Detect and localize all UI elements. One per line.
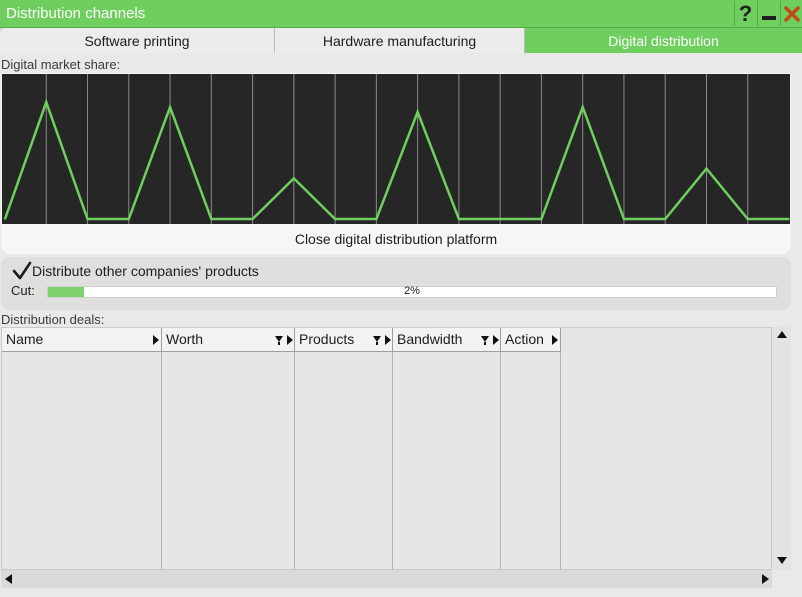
distribute-checkbox-label: Distribute other companies' products — [32, 263, 259, 279]
chart-data-point — [45, 101, 48, 103]
chart-data-point — [540, 218, 543, 220]
filter-icon[interactable] — [372, 333, 382, 347]
cut-slider[interactable]: 2% — [47, 285, 777, 298]
chart-data-point — [416, 111, 419, 113]
filter-icon[interactable] — [274, 333, 284, 347]
deals-table: Name Worth Products Bandwidth Action — [1, 327, 772, 571]
market-share-panel: Close digital distribution platform — [1, 73, 791, 254]
sort-arrow-icon[interactable] — [384, 333, 392, 347]
column-header-action[interactable]: Action — [501, 328, 561, 352]
chart-data-point — [664, 218, 667, 220]
column-divider — [560, 352, 561, 571]
minimize-icon — [761, 15, 776, 20]
column-header-worth-label: Worth — [166, 331, 204, 347]
chart-data-point — [86, 218, 89, 220]
close-icon — [783, 5, 800, 22]
tab-software-printing[interactable]: Software printing — [0, 28, 275, 53]
column-header-worth[interactable]: Worth — [162, 328, 295, 352]
column-header-products-label: Products — [299, 331, 355, 347]
vertical-scrollbar[interactable] — [772, 327, 791, 570]
tab-digital-distribution[interactable]: Digital distribution — [525, 28, 802, 53]
chart-data-point — [705, 167, 708, 170]
tab-hardware-manufacturing[interactable]: Hardware manufacturing — [275, 28, 525, 53]
chart-data-point — [334, 218, 336, 220]
chart-data-point — [375, 218, 378, 220]
window-title: Distribution channels — [6, 5, 146, 22]
sort-arrow-icon[interactable] — [551, 333, 559, 347]
chart-data-point — [127, 218, 130, 220]
chart-data-point — [499, 218, 501, 220]
chart-data-point — [458, 218, 460, 220]
scroll-left-icon[interactable] — [3, 573, 13, 585]
chart-data-point — [788, 218, 790, 220]
help-icon: ? — [738, 0, 753, 26]
scroll-right-icon[interactable] — [761, 573, 771, 585]
column-header-action-label: Action — [505, 331, 544, 347]
sort-arrow-icon[interactable] — [492, 333, 500, 347]
title-bar[interactable]: Distribution channels ? — [0, 0, 802, 28]
sort-arrow-icon[interactable] — [286, 333, 294, 347]
chart-data-point — [210, 218, 213, 220]
filter-icon[interactable] — [480, 333, 490, 347]
horizontal-scrollbar[interactable] — [1, 570, 772, 588]
deals-label: Distribution deals: — [1, 312, 105, 327]
column-header-bandwidth-label: Bandwidth — [397, 331, 463, 347]
checkmark-icon — [12, 261, 32, 281]
chart-data-point — [4, 218, 6, 220]
chart-data-point — [251, 218, 254, 220]
scroll-up-icon[interactable] — [776, 329, 788, 339]
minimize-button[interactable] — [757, 1, 779, 26]
chart-data-point — [293, 177, 295, 180]
distribution-channels-window: Distribution channels ? Software printin… — [0, 0, 802, 597]
column-divider — [294, 352, 295, 571]
chart-data-point — [169, 106, 171, 108]
market-share-label: Digital market share: — [1, 57, 121, 72]
close-window-button[interactable] — [780, 1, 802, 26]
column-header-name[interactable]: Name — [2, 328, 162, 352]
column-divider — [161, 352, 162, 571]
chart-data-point — [581, 106, 584, 108]
sort-arrow-icon[interactable] — [152, 333, 160, 347]
column-header-name-label: Name — [6, 331, 44, 347]
chart-data-point — [746, 218, 749, 220]
column-divider — [500, 352, 501, 571]
cut-value: 2% — [404, 285, 420, 297]
market-share-chart — [2, 74, 790, 224]
close-platform-button[interactable]: Close digital distribution platform — [1, 225, 791, 253]
scroll-down-icon[interactable] — [776, 556, 788, 566]
chart-series-line — [3, 98, 789, 221]
chart-data-point — [623, 218, 625, 220]
help-button[interactable]: ? — [734, 1, 756, 26]
tab-bar: Software printing Hardware manufacturing… — [0, 28, 802, 53]
column-header-products[interactable]: Products — [295, 328, 393, 352]
column-header-bandwidth[interactable]: Bandwidth — [393, 328, 501, 352]
distribute-checkbox[interactable]: Distribute other companies' products — [12, 261, 259, 281]
distribute-panel: Distribute other companies' products Cut… — [1, 257, 791, 310]
cut-label: Cut: — [11, 283, 35, 298]
column-divider — [392, 352, 393, 571]
